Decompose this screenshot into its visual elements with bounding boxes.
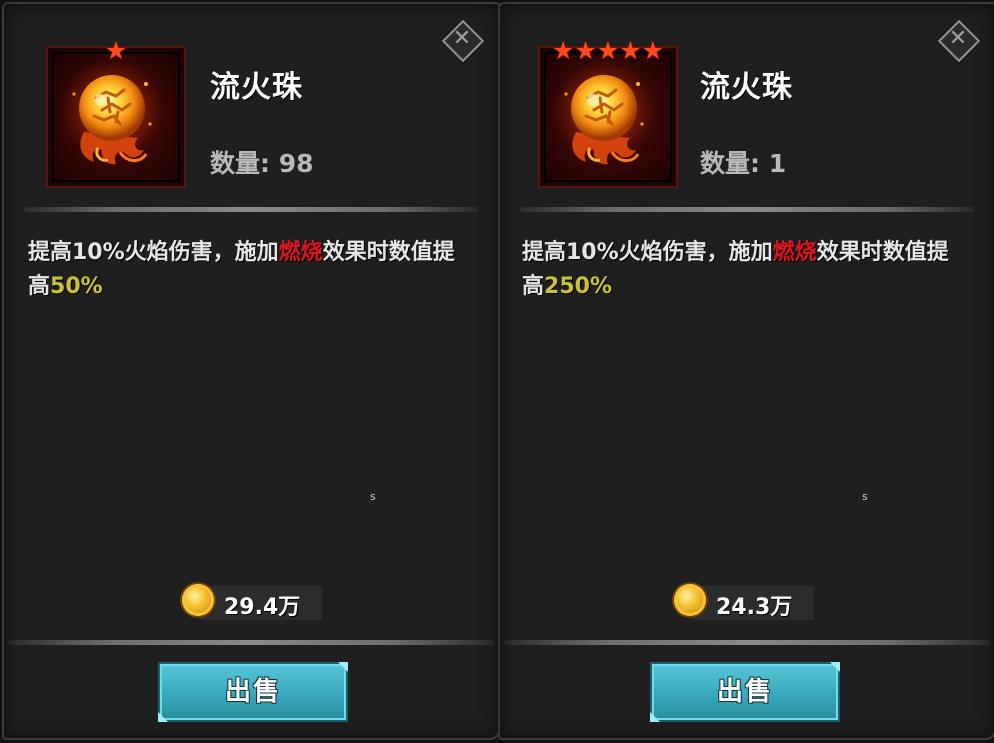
fire-orb-icon bbox=[54, 54, 178, 180]
description-text: 提高10%火焰伤害，施加 bbox=[28, 240, 279, 265]
sell-button[interactable]: 出售 bbox=[158, 662, 348, 722]
close-button[interactable]: ✕ bbox=[936, 18, 981, 63]
bonus-percent: 50% bbox=[50, 274, 103, 299]
small-text: s bbox=[370, 490, 376, 503]
close-button[interactable]: ✕ bbox=[440, 18, 485, 63]
close-icon: ✕ bbox=[452, 26, 472, 51]
divider bbox=[504, 640, 990, 645]
divider bbox=[24, 207, 478, 212]
item-icon-frame bbox=[538, 46, 678, 188]
item-name: 流火珠 bbox=[210, 70, 303, 105]
small-text: s bbox=[862, 490, 868, 503]
divider bbox=[8, 640, 494, 645]
item-description: 提高10%火焰伤害，施加燃烧效果时数值提高50% bbox=[28, 236, 468, 304]
burn-keyword: 燃烧 bbox=[772, 240, 817, 265]
close-icon: ✕ bbox=[948, 26, 968, 51]
fire-orb-graphic bbox=[552, 58, 656, 165]
item-compare-screen: ✕ ★ 流火珠 数量: 98 提高10%火焰伤害，施加燃烧效果时数值提高50% … bbox=[0, 0, 994, 743]
item-detail-panel-left: ✕ ★ 流火珠 数量: 98 提高10%火焰伤害，施加燃烧效果时数值提高50% … bbox=[2, 2, 500, 740]
item-icon-frame bbox=[46, 46, 186, 188]
sell-button[interactable]: 出售 bbox=[650, 662, 840, 722]
item-name: 流火珠 bbox=[700, 70, 793, 105]
item-detail-panel-right: ✕ ★★★★★ 流火珠 数量: 1 提高10%火焰伤害，施加燃烧效果时数值提高2… bbox=[498, 2, 994, 740]
fire-orb-icon bbox=[546, 54, 670, 180]
sell-price: 29.4万 bbox=[224, 595, 301, 620]
item-quantity: 数量: 1 bbox=[700, 149, 787, 178]
description-text: 提高10%火焰伤害，施加 bbox=[522, 240, 773, 265]
star-rating: ★ bbox=[104, 36, 128, 65]
sell-price: 24.3万 bbox=[716, 595, 793, 620]
star-rating: ★★★★★ bbox=[551, 36, 665, 65]
gold-coin-icon bbox=[674, 584, 706, 616]
sell-button-label: 出售 bbox=[716, 677, 773, 707]
item-quantity: 数量: 98 bbox=[210, 149, 314, 178]
item-description: 提高10%火焰伤害，施加燃烧效果时数值提高250% bbox=[522, 236, 962, 304]
divider bbox=[520, 207, 974, 212]
gold-coin-icon bbox=[182, 584, 214, 616]
fire-orb-graphic bbox=[60, 58, 164, 165]
bonus-percent: 250% bbox=[544, 274, 612, 299]
burn-keyword: 燃烧 bbox=[278, 240, 323, 265]
sell-button-label: 出售 bbox=[224, 677, 281, 707]
